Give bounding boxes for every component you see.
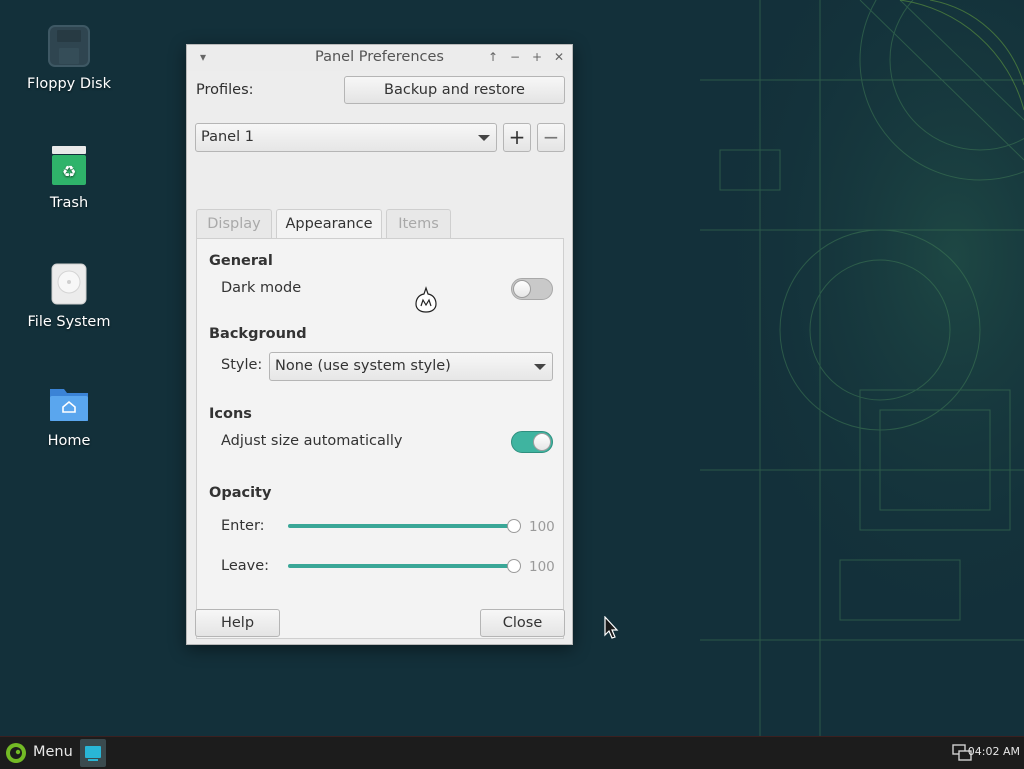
titlebar[interactable]: ▾ Panel Preferences ↑ − + ✕ <box>187 45 572 71</box>
desktop-icon-home[interactable]: Home <box>9 381 129 449</box>
busy-cursor-icon <box>415 286 437 313</box>
desktop-icon-floppy-disk[interactable]: Floppy Disk <box>9 24 129 92</box>
menu-button[interactable]: Menu <box>0 737 80 769</box>
opensuse-logo-icon <box>6 743 26 763</box>
tab-appearance[interactable]: Appearance <box>276 209 382 240</box>
desktop-icon-file-system[interactable]: File System <box>9 262 129 330</box>
section-background-title: Background <box>209 326 307 342</box>
panel-select[interactable]: Panel 1 <box>195 123 497 152</box>
desktop: Floppy Disk ♻ Trash File System Home ▾ P… <box>0 0 1024 736</box>
switch-knob <box>533 433 551 451</box>
enter-value: 100 <box>529 519 555 535</box>
section-opacity-title: Opacity <box>209 485 272 501</box>
trash-icon: ♻ <box>47 143 91 187</box>
maximize-icon[interactable]: + <box>529 48 545 66</box>
help-button[interactable]: Help <box>195 609 280 637</box>
tab-display[interactable]: Display <box>196 209 272 239</box>
add-panel-button[interactable]: + <box>503 123 531 152</box>
keep-above-icon[interactable]: ↑ <box>485 48 501 66</box>
switch-knob <box>513 280 531 298</box>
backup-restore-button[interactable]: Backup and restore <box>344 76 565 104</box>
home-folder-icon <box>47 381 91 425</box>
drive-icon <box>47 262 91 306</box>
remove-panel-button[interactable]: − <box>537 123 565 152</box>
svg-text:♻: ♻ <box>62 162 76 181</box>
enter-slider-track[interactable] <box>288 524 514 528</box>
style-label: Style: <box>221 357 263 373</box>
adjust-size-switch[interactable] <box>511 431 553 453</box>
background-style-select[interactable]: None (use system style) <box>269 352 553 381</box>
menu-label: Menu <box>33 744 73 760</box>
taskbar: Menu 04:02 AM <box>0 736 1024 769</box>
section-icons-title: Icons <box>209 406 252 422</box>
floppy-disk-icon <box>47 24 91 68</box>
minimize-icon[interactable]: − <box>507 48 523 66</box>
leave-slider-handle[interactable] <box>507 559 521 573</box>
adjust-size-label: Adjust size automatically <box>221 433 403 449</box>
dark-mode-switch[interactable] <box>511 278 553 300</box>
close-button[interactable]: Close <box>480 609 565 637</box>
leave-slider-track[interactable] <box>288 564 514 568</box>
enter-slider-handle[interactable] <box>507 519 521 533</box>
clock[interactable]: 04:02 AM <box>968 745 1020 758</box>
leave-value: 100 <box>529 559 555 575</box>
panel-preferences-dialog: ▾ Panel Preferences ↑ − + ✕ Profiles: Ba… <box>186 44 573 645</box>
tab-items[interactable]: Items <box>386 209 451 239</box>
dark-mode-label: Dark mode <box>221 280 302 296</box>
pointer-cursor-icon <box>604 616 619 639</box>
close-icon[interactable]: ✕ <box>551 48 567 66</box>
desktop-icon-trash[interactable]: ♻ Trash <box>9 143 129 211</box>
leave-label: Leave: <box>221 558 270 574</box>
section-general-title: General <box>209 253 273 269</box>
taskbar-window-button[interactable] <box>80 739 106 767</box>
profiles-label: Profiles: <box>196 82 254 98</box>
enter-label: Enter: <box>221 518 265 534</box>
panel-preferences-app-icon <box>85 746 101 761</box>
chevron-down-icon <box>478 135 490 141</box>
appearance-tab-content: General Dark mode Background Style: None… <box>196 238 564 639</box>
chevron-down-icon <box>534 364 546 370</box>
